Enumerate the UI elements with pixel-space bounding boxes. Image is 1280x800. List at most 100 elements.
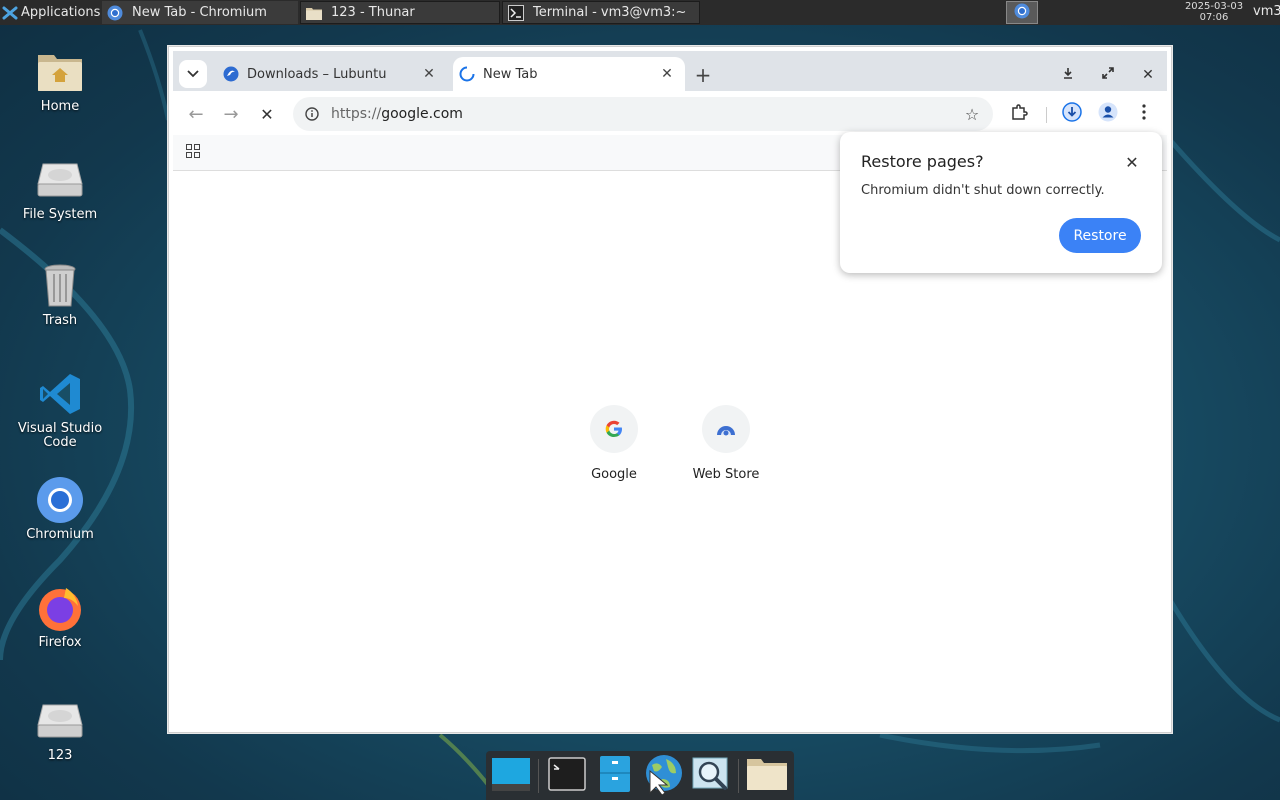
close-tab-icon[interactable]: ✕ <box>657 64 677 84</box>
desktop-icon-label: Home <box>40 99 80 114</box>
chromium-icon <box>36 476 84 524</box>
dock-folder[interactable] <box>746 755 788 797</box>
folder-icon <box>305 4 323 22</box>
file-manager-icon <box>599 755 631 797</box>
extensions-button[interactable] <box>1006 101 1032 127</box>
dock-separator <box>538 759 539 793</box>
dock-terminal[interactable] <box>546 755 588 797</box>
trash-icon <box>36 262 84 310</box>
forward-button[interactable]: → <box>218 101 244 127</box>
more-vert-icon <box>1142 104 1146 124</box>
task-terminal[interactable]: Terminal - vm3@vm3:~ <box>502 1 700 24</box>
user-menu[interactable]: vm3 <box>1253 4 1280 19</box>
terminal-icon <box>507 4 525 22</box>
minimize-button[interactable] <box>1056 63 1080 87</box>
apps-shortcut-button[interactable] <box>183 143 203 163</box>
dock-app-finder[interactable] <box>690 755 732 797</box>
tab-downloads[interactable]: Downloads – Lubuntu ✕ <box>217 57 447 91</box>
task-label: 123 - Thunar <box>331 5 415 20</box>
url-scheme: https:// <box>331 106 382 122</box>
apps-grid-icon <box>186 144 200 162</box>
stop-loading-icon: ✕ <box>260 104 274 124</box>
google-g-icon <box>590 405 638 453</box>
desktop-icon-chromium[interactable]: Chromium <box>10 476 110 542</box>
vscode-icon <box>36 370 84 418</box>
desktop-icon-home[interactable]: Home <box>10 48 110 114</box>
url-text[interactable]: https://google.com <box>331 106 463 122</box>
arrow-left-icon: ← <box>188 103 204 125</box>
close-tab-icon[interactable]: ✕ <box>419 64 439 84</box>
close-icon: ✕ <box>1125 152 1139 172</box>
firefox-icon <box>36 584 84 632</box>
chromium-icon <box>106 4 124 22</box>
web-browser-icon <box>642 753 684 799</box>
site-info-icon[interactable] <box>303 105 321 123</box>
terminal-icon <box>548 757 586 795</box>
desktop-icon-firefox[interactable]: Firefox <box>10 584 110 650</box>
dock-web-browser[interactable] <box>642 755 684 797</box>
chromium-icon <box>1014 3 1030 23</box>
clock-date: 2025-03-03 <box>1184 1 1244 12</box>
address-bar[interactable]: https://google.com ☆ <box>293 97 993 131</box>
desktop-icon-label: Trash <box>42 313 78 328</box>
desktop-icon-trash[interactable]: Trash <box>10 262 110 328</box>
shortcut-web-store[interactable]: Web Store <box>676 405 776 482</box>
drive-icon <box>36 697 84 745</box>
dock-file-manager[interactable] <box>594 755 636 797</box>
arrow-right-icon: → <box>223 103 239 125</box>
close-icon: ✕ <box>1142 67 1154 83</box>
minimize-icon <box>1062 67 1074 83</box>
tab-label: New Tab <box>483 66 538 82</box>
tab-new-tab[interactable]: New Tab ✕ <box>453 57 685 91</box>
dock-show-desktop[interactable] <box>490 755 532 797</box>
loading-spinner-icon <box>459 66 475 82</box>
desktop-icon-label: Visual Studio Code <box>17 421 103 450</box>
tab-strip: Downloads – Lubuntu ✕ New Tab ✕ + ✕ <box>173 51 1167 91</box>
drive-icon <box>36 156 84 204</box>
shortcut-google[interactable]: Google <box>564 405 664 482</box>
shortcut-label: Web Store <box>692 467 760 482</box>
task-chromium[interactable]: New Tab - Chromium <box>102 1 298 24</box>
applications-label: Applications <box>21 5 100 20</box>
close-window-button[interactable]: ✕ <box>1136 63 1160 87</box>
maximize-button[interactable] <box>1096 63 1120 87</box>
restore-button[interactable]: Restore <box>1059 218 1141 253</box>
folder-icon <box>746 757 788 795</box>
desktop-icon-file-system[interactable]: File System <box>10 156 110 222</box>
chevron-down-icon <box>187 67 199 82</box>
app-finder-icon <box>692 755 730 797</box>
task-label: New Tab - Chromium <box>132 5 267 20</box>
xfce-logo-icon <box>2 5 18 21</box>
plus-icon: + <box>694 63 712 87</box>
task-thunar[interactable]: 123 - Thunar <box>300 1 500 24</box>
desktop-icon-label: Chromium <box>26 527 94 542</box>
desktop-icon-label: File System <box>22 207 98 222</box>
tab-label: Downloads – Lubuntu <box>247 66 387 82</box>
close-popup-button[interactable]: ✕ <box>1122 152 1142 172</box>
toolbar: ← → ✕ https://google.com ☆ <box>173 91 1167 135</box>
download-icon <box>1062 102 1082 126</box>
desktop-icon-123[interactable]: 123 <box>10 697 110 763</box>
applications-menu[interactable]: Applications <box>0 0 100 25</box>
profile-button[interactable] <box>1095 101 1121 127</box>
new-tab-button[interactable]: + <box>691 63 715 87</box>
desktop-icon-label: Firefox <box>38 635 82 650</box>
restore-pages-bubble: Restore pages? Chromium didn't shut down… <box>840 132 1162 273</box>
tray-chromium-button[interactable] <box>1006 1 1038 24</box>
bookmark-star-icon[interactable]: ☆ <box>963 105 981 124</box>
shortcut-label: Google <box>591 467 637 482</box>
puzzle-icon <box>1010 103 1028 125</box>
top-panel: Applications New Tab - Chromium 123 - Th… <box>0 0 1280 25</box>
dock <box>486 751 794 800</box>
desktop-icon-vscode[interactable]: Visual Studio Code <box>10 370 110 450</box>
task-label: Terminal - vm3@vm3:~ <box>533 5 687 20</box>
tab-search-button[interactable] <box>179 60 207 88</box>
maximize-icon <box>1102 67 1114 83</box>
avatar-icon <box>1098 102 1118 126</box>
menu-button[interactable] <box>1131 101 1157 127</box>
home-folder-icon <box>36 48 84 96</box>
downloads-button[interactable] <box>1059 101 1085 127</box>
stop-button[interactable]: ✕ <box>254 101 280 127</box>
clock[interactable]: 2025-03-03 07:06 <box>1178 0 1250 25</box>
back-button[interactable]: ← <box>183 101 209 127</box>
